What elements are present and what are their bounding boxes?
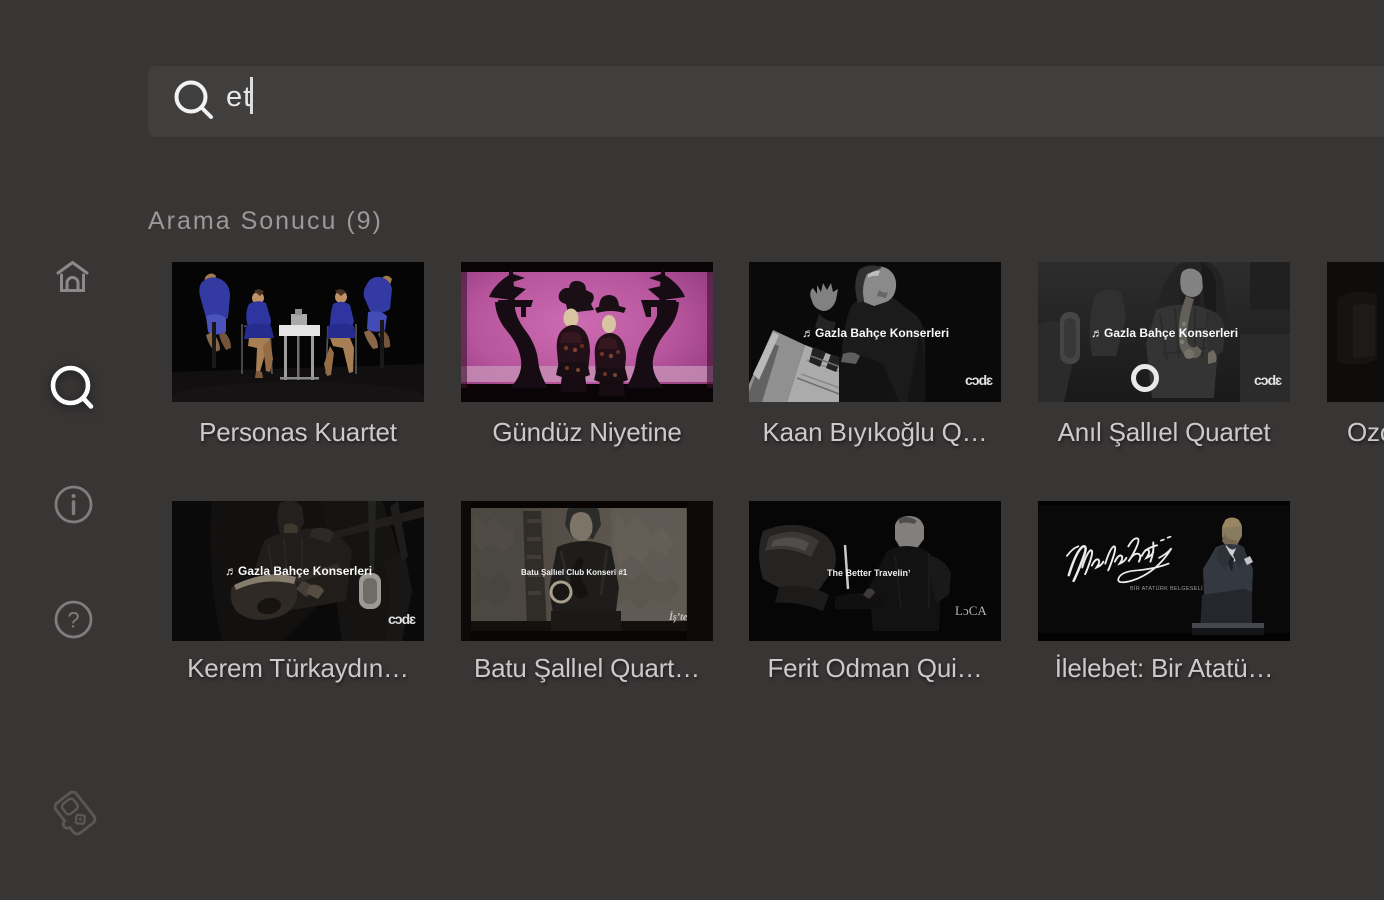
svg-text:cɔdɛ: cɔdɛ — [965, 372, 993, 388]
svg-text:cɔdɛ: cɔdɛ — [388, 611, 416, 627]
svg-text:♬ Gazla Bahçe Konserleri: ♬ Gazla Bahçe Konserleri — [225, 564, 372, 578]
svg-text:LɔCA: LɔCA — [955, 603, 987, 618]
svg-text:?: ? — [67, 608, 79, 633]
svg-text:The Better Travelinʼ: The Better Travelinʼ — [827, 568, 911, 578]
svg-text:BİR ATATÜRK BELGESELİ: BİR ATATÜRK BELGESELİ — [1130, 585, 1203, 592]
svg-text:cɔdɛ: cɔdɛ — [1254, 372, 1282, 388]
svg-text:İşʼte: İşʼte — [668, 611, 688, 623]
svg-text:♬ Gazla Bahçe Konserleri: ♬ Gazla Bahçe Konserleri — [1091, 326, 1238, 340]
svg-text:♬ Gazla Bahçe Konserleri: ♬ Gazla Bahçe Konserleri — [802, 326, 949, 340]
svg-text:Batu Şallıel Club Konseri #1: Batu Şallıel Club Konseri #1 — [521, 568, 628, 577]
